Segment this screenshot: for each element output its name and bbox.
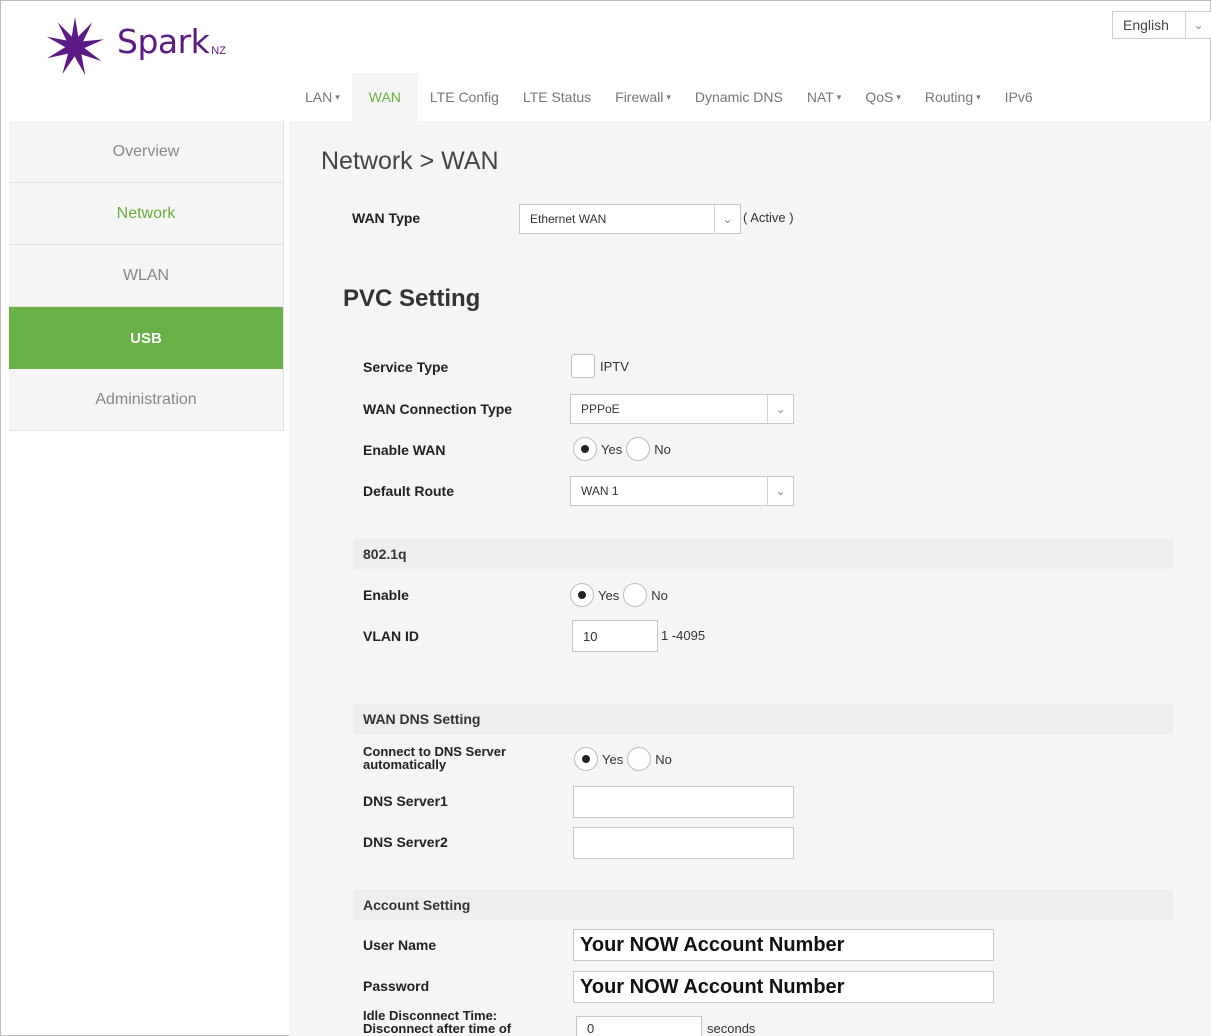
top-navigation: LAN ▾ WAN LTE Config LTE Status Firewall ▾ Dyna… xyxy=(293,73,1045,121)
vlan-enable-no-radio[interactable] xyxy=(623,583,648,607)
tab-label: IPv6 xyxy=(1004,89,1033,105)
brand-name: Spark xyxy=(117,21,210,61)
idle-disconnect-label: Idle Disconnect Time: Disconnect after t… xyxy=(363,1008,512,1036)
tab-nat[interactable]: NAT ▾ xyxy=(795,73,854,121)
service-type-label: Service Type xyxy=(363,359,449,375)
language-select[interactable]: English ⌄ xyxy=(1112,11,1211,39)
vlan-enable-yes-label: Yes xyxy=(598,587,620,603)
username-label: User Name xyxy=(363,937,437,953)
tab-wan[interactable]: WAN xyxy=(351,73,418,121)
spark-star-icon xyxy=(46,17,104,76)
caret-down-icon: ▾ xyxy=(666,91,671,102)
tab-label: NAT xyxy=(806,89,834,105)
tab-firewall[interactable]: Firewall ▾ xyxy=(603,73,683,121)
dns-auto-no-label: No xyxy=(655,751,672,767)
default-route-select[interactable]: WAN 1 ⌄ xyxy=(570,476,794,506)
chevron-down-icon: ⌄ xyxy=(767,395,793,423)
sidebar-item-administration[interactable]: Administration xyxy=(9,369,284,431)
dns-server1-input[interactable] xyxy=(573,786,794,818)
enable-wan-radio-group: Yes No xyxy=(573,437,675,461)
dns-server1-label: DNS Server1 xyxy=(363,793,448,809)
sidebar-item-wlan[interactable]: WLAN xyxy=(9,245,284,307)
language-value: English xyxy=(1123,17,1169,33)
username-input[interactable]: Your NOW Account Number xyxy=(573,929,994,961)
spark-logo[interactable]: Spark NZ xyxy=(37,11,226,79)
default-route-label: Default Route xyxy=(363,483,454,499)
dns-auto-label: Connect to DNS Server automatically xyxy=(363,744,507,772)
dns-server2-label: DNS Server2 xyxy=(363,834,448,850)
breadcrumb: Network > WAN xyxy=(321,147,499,175)
caret-down-icon: ▾ xyxy=(976,91,981,102)
wan-type-value: Ethernet WAN xyxy=(530,212,607,226)
vlan-id-label: VLAN ID xyxy=(363,628,419,644)
tab-label: Firewall xyxy=(615,89,664,105)
wan-connection-type-label: WAN Connection Type xyxy=(363,401,513,417)
vlan-section-heading: 802.1q xyxy=(353,539,1173,569)
chevron-down-icon: ⌄ xyxy=(714,205,740,233)
idle-disconnect-input[interactable]: 0 xyxy=(576,1016,702,1036)
dns-auto-radio-group: Yes No xyxy=(574,747,676,771)
tab-label: WAN xyxy=(368,89,401,105)
dns-auto-yes-radio[interactable] xyxy=(574,747,598,771)
enable-wan-label: Enable WAN xyxy=(363,442,446,458)
sidebar-item-network[interactable]: Network xyxy=(9,183,284,245)
account-section-heading: Account Setting xyxy=(353,890,1173,920)
caret-down-icon: ▾ xyxy=(836,91,842,102)
dns-server2-input[interactable] xyxy=(573,827,794,859)
password-input[interactable]: Your NOW Account Number xyxy=(573,971,994,1003)
sidebar-item-overview[interactable]: Overview xyxy=(9,121,284,183)
wan-type-label: WAN Type xyxy=(352,210,421,226)
wan-connection-type-select[interactable]: PPPoE ⌄ xyxy=(570,394,794,424)
caret-down-icon: ▾ xyxy=(896,91,901,102)
idle-disconnect-unit: seconds xyxy=(707,1021,756,1036)
tab-label: LAN xyxy=(305,89,333,105)
tab-ipv6[interactable]: IPv6 xyxy=(993,73,1045,121)
pvc-section-title: PVC Setting xyxy=(343,285,481,312)
main-panel: Network > WAN WAN Type Ethernet WAN ⌄ ( … xyxy=(289,121,1211,1036)
vlan-enable-label: Enable xyxy=(363,587,409,603)
enable-wan-yes-label: Yes xyxy=(601,441,623,457)
vlan-id-range: 1 -4095 xyxy=(661,628,706,643)
tab-lte-status[interactable]: LTE Status xyxy=(511,73,603,121)
tab-dynamic-dns[interactable]: Dynamic DNS xyxy=(683,73,795,121)
brand-suffix: NZ xyxy=(211,45,226,57)
sidebar-item-usb[interactable]: USB xyxy=(9,307,284,369)
wan-type-status: ( Active ) xyxy=(743,210,794,225)
sidebar: Overview Network WLAN USB Administration xyxy=(9,121,284,431)
tab-label: LTE Config xyxy=(429,89,499,105)
vlan-enable-radio-group: Yes No xyxy=(570,583,672,607)
password-label: Password xyxy=(363,978,430,994)
iptv-checkbox[interactable] xyxy=(571,354,595,378)
dns-auto-yes-label: Yes xyxy=(602,751,624,767)
default-route-value: WAN 1 xyxy=(581,484,619,498)
chevron-down-icon: ⌄ xyxy=(767,477,793,505)
tab-label: Dynamic DNS xyxy=(694,89,783,105)
tab-routing[interactable]: Routing ▾ xyxy=(913,73,993,121)
caret-down-icon: ▾ xyxy=(335,91,340,102)
dns-auto-no-radio[interactable] xyxy=(627,747,652,771)
tab-label: QoS xyxy=(865,89,894,105)
tab-lte-config[interactable]: LTE Config xyxy=(418,73,511,121)
tab-lan[interactable]: LAN ▾ xyxy=(293,73,352,121)
tab-label: Routing xyxy=(924,89,974,105)
tab-label: LTE Status xyxy=(522,89,592,105)
vlan-enable-yes-radio[interactable] xyxy=(570,583,594,607)
wan-connection-type-value: PPPoE xyxy=(581,402,620,416)
vlan-enable-no-label: No xyxy=(651,587,668,603)
vlan-id-input[interactable]: 10 xyxy=(572,620,658,652)
enable-wan-no-label: No xyxy=(654,441,671,457)
enable-wan-yes-radio[interactable] xyxy=(573,437,597,461)
enable-wan-no-radio[interactable] xyxy=(626,437,651,461)
tab-qos[interactable]: QoS ▾ xyxy=(853,73,913,121)
chevron-down-icon: ⌄ xyxy=(1185,12,1211,38)
wan-type-select[interactable]: Ethernet WAN ⌄ xyxy=(519,204,741,234)
iptv-label: IPTV xyxy=(600,359,629,374)
dns-section-heading: WAN DNS Setting xyxy=(353,704,1173,734)
